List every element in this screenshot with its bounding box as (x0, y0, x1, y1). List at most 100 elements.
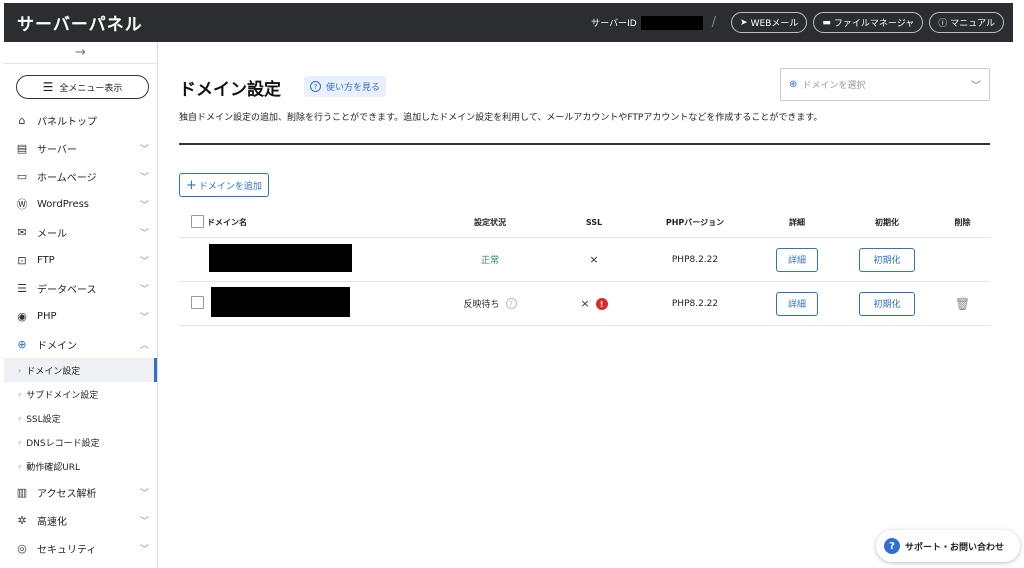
domain-select[interactable]: ⊕ ドメインを選択 ﹀ (780, 68, 990, 101)
domain-name-cell (207, 244, 427, 275)
sidebar-item-php[interactable]: ◉ PHP ﹀ (4, 302, 157, 330)
support-button[interactable]: ? サポート・お問い合わせ (876, 530, 1020, 562)
sidebar-item-label: FTP (37, 254, 55, 266)
mail-icon: ✉ (17, 225, 27, 239)
manual-link[interactable]: ⓘ マニュアル (929, 12, 1004, 33)
sidebar: → ☰ 全メニュー表示 ⌂ パネルトップ ▤ サーバー ﹀ ▭ ホームページ ﹀… (4, 42, 158, 568)
chevron-down-icon: ﹀ (139, 200, 149, 211)
status-cell: 正常 (480, 256, 499, 266)
sidebar-item-label: サーバー (37, 144, 77, 156)
sidebar-collapse-toggle[interactable]: → (4, 42, 157, 64)
status-cell: 反映待ち ? (427, 297, 553, 310)
sidebar-item-label: パネルトップ (37, 116, 97, 128)
page-title: ドメイン設定 (179, 80, 281, 100)
chart-icon: ▥ (16, 485, 28, 499)
globe-icon: ⊕ (789, 79, 798, 90)
main-content: ドメイン設定 ? 使い方を見る ⊕ ドメインを選択 ﹀ 独自ドメイン設定の追加、… (158, 42, 1013, 568)
sidebar-item-panel-top[interactable]: ⌂ パネルトップ (4, 106, 157, 134)
sidebar-item-homepage[interactable]: ▭ ホームページ ﹀ (4, 162, 157, 190)
sidebar-item-database[interactable]: ☰ データベース ﹀ (4, 274, 157, 302)
add-domain-button[interactable]: + ドメインを追加 (179, 173, 269, 197)
domain-name-redacted (209, 244, 352, 272)
domain-table: ドメイン名 設定状況 SSL PHPバージョン 詳細 初期化 削除 正常 × P… (179, 208, 990, 326)
server-icon: ▤ (16, 141, 28, 155)
init-cell: 初期化 (839, 291, 935, 316)
table-row: 反映待ち ? ×! PHP8.2.22 詳細 初期化 🗑 (179, 282, 990, 326)
sidebar-item-label: WordPress (37, 198, 90, 210)
support-label: サポート・お問い合わせ (905, 542, 1005, 553)
arrow-right-icon: → (75, 45, 86, 60)
detail-button[interactable]: 詳細 (776, 291, 818, 316)
detail-cell: 詳細 (755, 247, 839, 272)
shield-icon: ◎ (17, 541, 27, 555)
select-all-checkbox[interactable] (191, 215, 204, 228)
column-header-php: PHPバージョン (665, 218, 725, 227)
manual-label: マニュアル (950, 19, 995, 29)
webmail-link[interactable]: ➤ WEBメール (731, 12, 808, 33)
divider (179, 143, 990, 145)
row-checkbox[interactable] (191, 295, 204, 309)
help-icon[interactable]: ? (505, 298, 517, 309)
php-version-cell: PHP8.2.22 (671, 298, 719, 309)
init-button[interactable]: 初期化 (859, 291, 915, 316)
sidebar-subitem-label: 動作確認URL (26, 462, 81, 473)
warning-icon[interactable]: ! (595, 298, 608, 311)
chevron-right-icon: › (18, 413, 22, 423)
server-id-redacted (640, 15, 703, 30)
sidebar-item-domain[interactable]: ⊕ ドメイン ︿ (4, 330, 157, 358)
help-icon: ⓘ (938, 19, 948, 29)
ftp-icon: ⊡ (17, 253, 27, 267)
sidebar-subitem-label: サブドメイン設定 (26, 390, 99, 401)
folder-icon: ▬ (822, 17, 831, 28)
delete-cell: 🗑 (935, 297, 990, 311)
status-pending: 反映待ち ? (463, 297, 517, 310)
domain-name-redacted (211, 287, 350, 317)
sidebar-item-wordpress[interactable]: Ⓦ WordPress ﹀ (4, 190, 157, 218)
sidebar-subitem-subdomain[interactable]: › サブドメイン設定 (4, 382, 157, 406)
howto-label: 使い方を見る (326, 83, 381, 93)
sidebar-subitem-label: SSL設定 (26, 414, 61, 425)
sidebar-subitem-test-url[interactable]: › 動作確認URL (4, 454, 157, 478)
all-menu-button[interactable]: ☰ 全メニュー表示 (16, 75, 149, 99)
server-panel-page: サーバーパネル サーバーID / ➤ WEBメール ▬ ファイルマネージャ ⓘ … (0, 0, 1024, 568)
sidebar-subitem-dns[interactable]: › DNSレコード設定 (4, 430, 157, 454)
php-version-cell: PHP8.2.22 (671, 254, 719, 265)
separator: / (711, 15, 717, 30)
sidebar-item-analytics[interactable]: ▥ アクセス解析 ﹀ (4, 478, 157, 506)
init-button[interactable]: 初期化 (859, 247, 915, 272)
chevron-right-icon: › (18, 365, 22, 375)
sidebar-item-server[interactable]: ▤ サーバー ﹀ (4, 134, 157, 162)
status-text: 反映待ち (463, 300, 500, 310)
sidebar-item-ftp[interactable]: ⊡ FTP ﹀ (4, 246, 157, 274)
hamburger-icon: ☰ (42, 80, 54, 94)
brand-title: サーバーパネル (17, 15, 143, 35)
column-header-status: 設定状況 (474, 218, 506, 227)
chevron-down-icon: ﹀ (139, 284, 149, 295)
sidebar-subitem-domain-settings[interactable]: › ドメイン設定 (4, 358, 157, 382)
sidebar-item-mail[interactable]: ✉ メール ﹀ (4, 218, 157, 246)
trash-icon[interactable]: 🗑 (955, 297, 970, 311)
sidebar-subitem-label: ドメイン設定 (26, 366, 81, 377)
column-header-delete: 削除 (954, 218, 971, 227)
question-icon: ? (310, 81, 321, 92)
sidebar-item-security[interactable]: ◎ セキュリティ ﹀ (4, 534, 157, 562)
chevron-down-icon: ﹀ (971, 81, 981, 92)
sidebar-nav: ⌂ パネルトップ ▤ サーバー ﹀ ▭ ホームページ ﹀ Ⓦ WordPress… (4, 106, 157, 562)
page-description: 独自ドメイン設定の追加、削除を行うことができます。追加したドメイン設定を利用して… (179, 113, 823, 123)
file-manager-link[interactable]: ▬ ファイルマネージャ (813, 12, 924, 33)
sidebar-subitem-ssl[interactable]: › SSL設定 (4, 406, 157, 430)
row-checkbox-cell (179, 295, 207, 312)
globe-icon: ⊕ (17, 337, 27, 351)
php-icon: ◉ (17, 309, 27, 323)
sidebar-item-label: ホームページ (37, 172, 97, 184)
ssl-off-mark: × (580, 296, 590, 310)
detail-button[interactable]: 詳細 (776, 247, 818, 272)
domain-select-placeholder: ドメインを選択 (802, 81, 866, 91)
column-header-domain: ドメイン名 (207, 218, 247, 227)
sidebar-item-speed[interactable]: ✲ 高速化 ﹀ (4, 506, 157, 534)
ssl-cell: × (553, 253, 635, 266)
chevron-up-icon: ︿ (139, 340, 149, 351)
sidebar-item-label: メール (37, 228, 67, 240)
howto-button[interactable]: ? 使い方を見る (304, 76, 387, 97)
chevron-down-icon: ﹀ (139, 228, 149, 239)
